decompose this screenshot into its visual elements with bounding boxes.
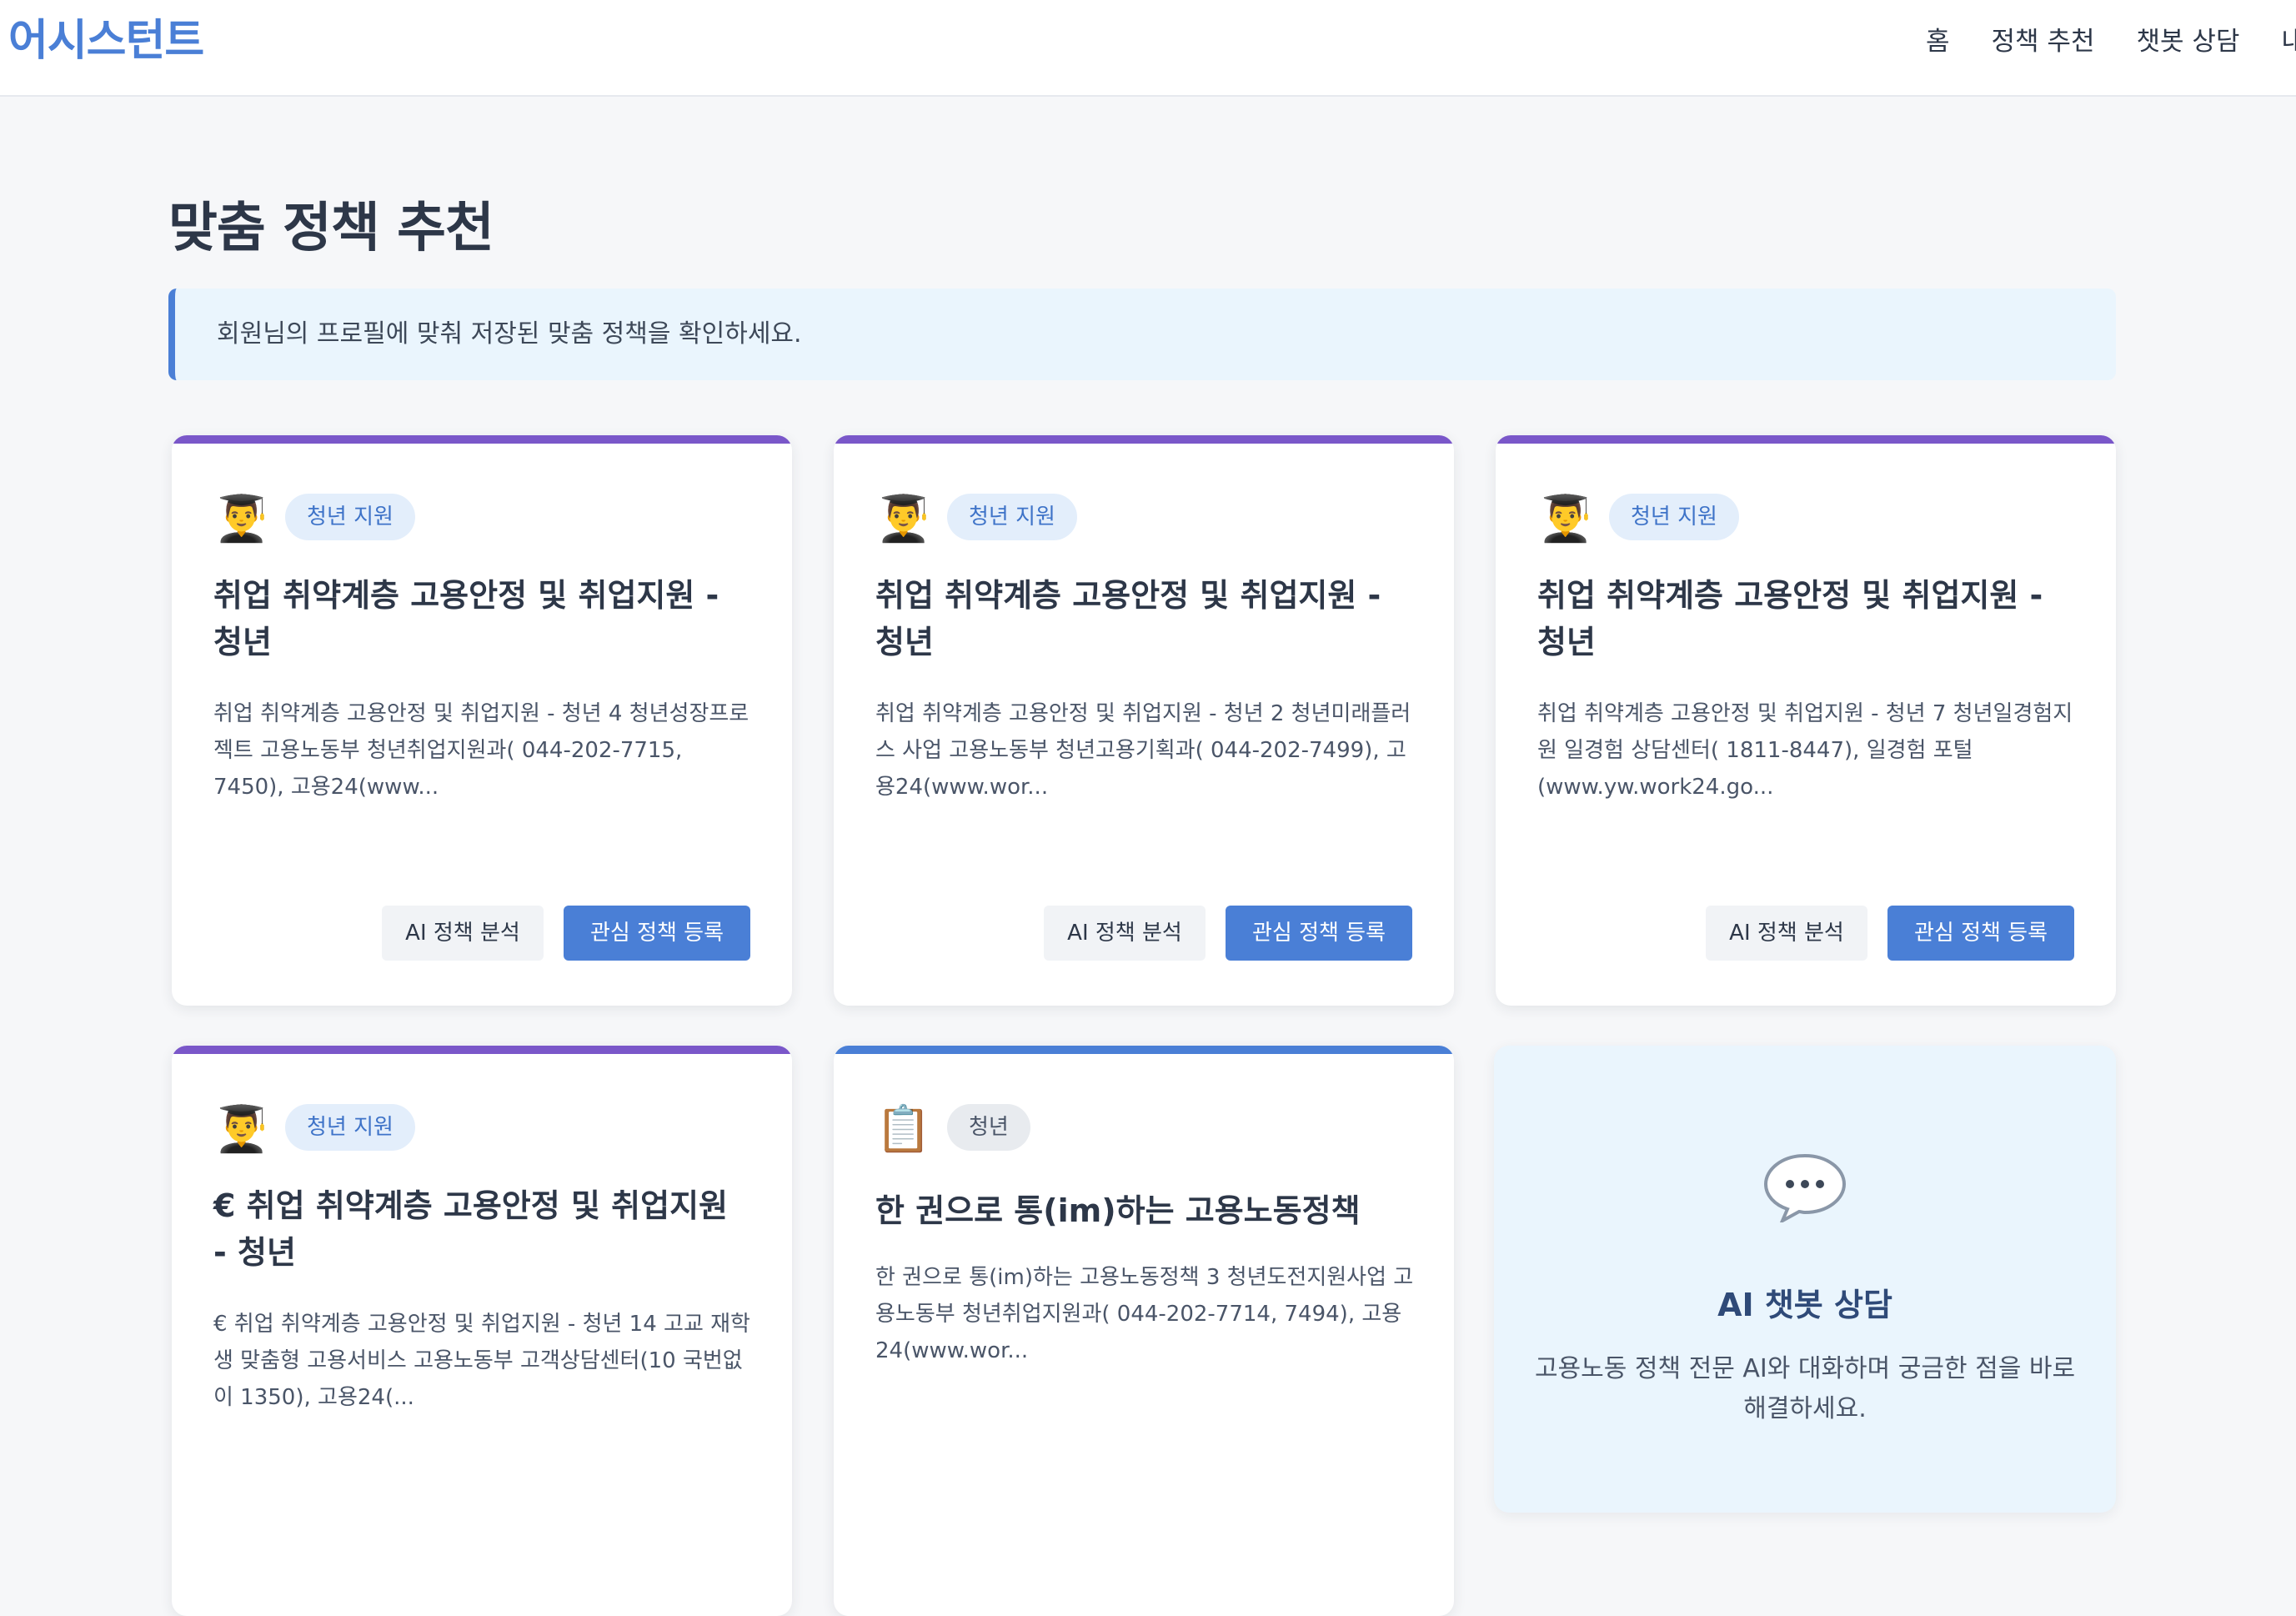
chatbot-title: AI 챗봇 상담 <box>1717 1287 1892 1323</box>
policy-title[interactable]: 한 권으로 통(im)하는 고용노동정책 <box>875 1187 1409 1234</box>
policy-card: 📋 청년 한 권으로 통(im)하는 고용노동정책 한 권으로 통(im)하는 … <box>834 1046 1454 1616</box>
policy-description: 취업 취약계층 고용안정 및 취업지원 - 청년 2 청년미래플러스 사업 고용… <box>875 701 1411 800</box>
card-accent-bar <box>172 1046 792 1054</box>
card-accent-bar <box>834 1046 1454 1054</box>
speech-bubble-icon <box>1763 1153 1847 1222</box>
policy-card: 👨‍🎓 청년 지원 € 취업 취약계층 고용안정 및 취업지원 - 청년 € 취… <box>172 1046 792 1616</box>
category-tag: 청년 지원 <box>285 494 415 540</box>
nav-chatbot[interactable]: 챗봇 상담 <box>2136 20 2239 58</box>
card-accent-bar <box>834 435 1454 444</box>
chatbot-card[interactable]: AI 챗봇 상담 고용노동 정책 전문 AI와 대화하며 궁금한 점을 바로 해… <box>1494 1046 2116 1513</box>
main-nav: 홈 정책 추천 챗봇 상담 내 <box>1926 20 2296 58</box>
policy-description: € 취업 취약계층 고용안정 및 취업지원 - 청년 14 고교 재학생 맞춤형… <box>213 1312 750 1410</box>
add-favorite-button[interactable]: 관심 정책 등록 <box>1226 906 1412 961</box>
page-title: 맞춤 정책 추천 <box>168 198 494 259</box>
category-tag: 청년 <box>947 1104 1030 1151</box>
ai-analysis-button[interactable]: AI 정책 분석 <box>382 906 544 961</box>
card-accent-bar <box>1496 435 2116 444</box>
policy-description: 한 권으로 통(im)하는 고용노동정책 3 청년도전지원사업 고용노동부 청년… <box>875 1265 1414 1363</box>
info-banner: 회원님의 프로필에 맞춰 저장된 맞춤 정책을 확인하세요. <box>168 289 2116 380</box>
category-tag: 청년 지원 <box>285 1104 415 1151</box>
graduate-icon: 👨‍🎓 <box>213 1102 270 1155</box>
add-favorite-button[interactable]: 관심 정책 등록 <box>564 906 750 961</box>
ai-analysis-button[interactable]: AI 정책 분석 <box>1044 906 1206 961</box>
policy-title[interactable]: 취업 취약계층 고용안정 및 취업지원 - 청년 <box>875 572 1409 665</box>
nav-policy-recommend[interactable]: 정책 추천 <box>1992 20 2095 58</box>
clipboard-icon: 📋 <box>875 1102 932 1155</box>
policy-title[interactable]: 취업 취약계층 고용안정 및 취업지원 - 청년 <box>213 572 747 665</box>
policy-title[interactable]: 취업 취약계층 고용안정 및 취업지원 - 청년 <box>1537 572 2071 665</box>
policy-card: 👨‍🎓 청년 지원 취업 취약계층 고용안정 및 취업지원 - 청년 취업 취약… <box>834 435 1454 1006</box>
policy-card: 👨‍🎓 청년 지원 취업 취약계층 고용안정 및 취업지원 - 청년 취업 취약… <box>1496 435 2116 1006</box>
policy-description: 취업 취약계층 고용안정 및 취업지원 - 청년 4 청년성장프로젝트 고용노동… <box>213 701 749 800</box>
policy-description: 취업 취약계층 고용안정 및 취업지원 - 청년 7 청년일경험지원 일경험 상… <box>1537 701 2073 800</box>
chatbot-description: 고용노동 정책 전문 AI와 대화하며 궁금한 점을 바로 해결하세요. <box>1534 1354 2076 1423</box>
category-tag: 청년 지원 <box>1609 494 1739 540</box>
graduate-icon: 👨‍🎓 <box>213 492 270 545</box>
info-text: 회원님의 프로필에 맞춰 저장된 맞춤 정책을 확인하세요. <box>217 319 802 349</box>
brand-logo[interactable]: 어시스턴트 <box>8 5 204 68</box>
policy-card: 👨‍🎓 청년 지원 취업 취약계층 고용안정 및 취업지원 - 청년 취업 취약… <box>172 435 792 1006</box>
add-favorite-button[interactable]: 관심 정책 등록 <box>1887 906 2074 961</box>
graduate-icon: 👨‍🎓 <box>1537 492 1594 545</box>
top-header: 어시스턴트 홈 정책 추천 챗봇 상담 내 <box>0 0 2296 97</box>
policy-title[interactable]: € 취업 취약계층 고용안정 및 취업지원 - 청년 <box>213 1182 747 1276</box>
card-accent-bar <box>172 435 792 444</box>
category-tag: 청년 지원 <box>947 494 1077 540</box>
graduate-icon: 👨‍🎓 <box>875 492 932 545</box>
nav-home[interactable]: 홈 <box>1926 20 1950 58</box>
nav-my[interactable]: 내 <box>2281 20 2296 58</box>
ai-analysis-button[interactable]: AI 정책 분석 <box>1706 906 1867 961</box>
